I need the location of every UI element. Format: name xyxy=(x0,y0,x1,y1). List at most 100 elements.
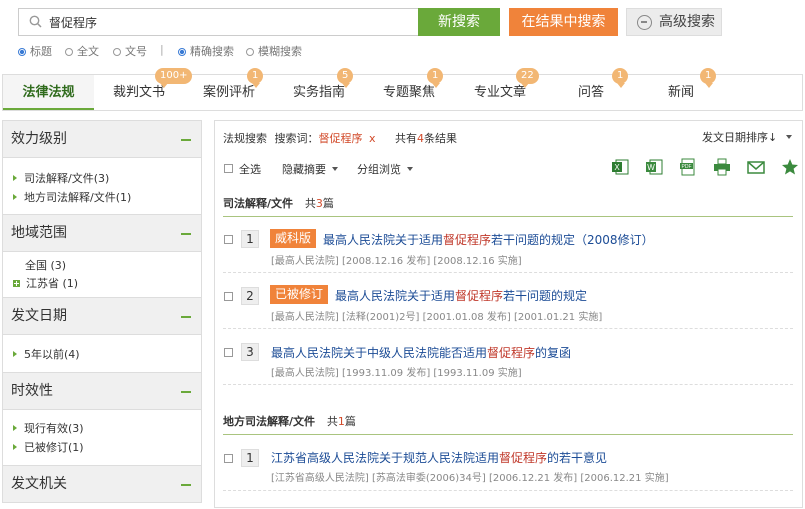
collapse-icon[interactable] xyxy=(181,391,191,393)
advanced-search-button[interactable]: 高级搜索 xyxy=(626,8,722,36)
search-input[interactable] xyxy=(49,12,409,32)
group-browse-dropdown[interactable]: 分组浏览 xyxy=(357,161,413,177)
filter-section-header[interactable]: 地域范围 xyxy=(2,214,202,252)
svg-text:X: X xyxy=(614,163,620,172)
filter-section-body: 现行有效(3) 已被修订(1) xyxy=(2,410,202,465)
result-divider xyxy=(223,328,793,329)
result-title-link[interactable]: 江苏省高级人民法院关于规范人民法院适用督促程序的若干意见 xyxy=(271,449,607,466)
tab-badge: 1 xyxy=(700,68,717,88)
scope-option-title[interactable]: 标题 xyxy=(18,43,52,59)
tab-case-analysis[interactable]: 案例评析 1 xyxy=(184,68,274,110)
tab-qa[interactable]: 问答 1 xyxy=(546,68,636,110)
filter-section-body: 司法解释/文件(3) 地方司法解释/文件(1) xyxy=(2,158,202,214)
select-all-checkbox[interactable] xyxy=(224,164,233,173)
filter-section-header[interactable]: 效力级别 xyxy=(2,120,202,158)
filter-item[interactable]: 已被修订(1) xyxy=(13,439,84,455)
scope-option-fulltext[interactable]: 全文 xyxy=(65,43,99,59)
chevron-down-icon xyxy=(786,135,793,139)
collapse-icon[interactable] xyxy=(181,316,191,318)
sort-dropdown[interactable]: 发文日期排序↓ xyxy=(702,129,793,145)
favorite-star-icon[interactable] xyxy=(781,158,799,176)
hide-summary-dropdown[interactable]: 隐藏摘要 xyxy=(282,161,338,177)
advanced-search-icon xyxy=(637,15,652,30)
chevron-down-icon xyxy=(332,167,338,171)
result-number: 1 xyxy=(241,449,259,467)
arrow-right-icon xyxy=(13,444,17,450)
category-tabs: 法律法规 裁判文书 100+ 案例评析 1 实务指南 5 专题聚焦 1 专业文章 22 问… xyxy=(2,68,803,111)
result-meta: [最高人民法院] [2008.12.16 发布] [2008.12.16 实施] xyxy=(271,256,522,267)
remove-keyword-icon[interactable]: x xyxy=(369,132,376,145)
result-tag: 威科版 xyxy=(270,229,317,248)
tab-topics[interactable]: 专题聚焦 1 xyxy=(364,68,454,110)
tab-news[interactable]: 新闻 1 xyxy=(636,68,726,110)
group-title: 司法解释/文件 共3篇 xyxy=(223,197,334,210)
result-checkbox[interactable] xyxy=(224,454,233,463)
svg-text:W: W xyxy=(647,163,655,172)
filter-item[interactable]: 5年以前(4) xyxy=(13,346,80,362)
filter-section-header[interactable]: 发文日期 xyxy=(2,297,202,335)
result-title-link[interactable]: 最高人民法院关于适用督促程序若干问题的规定 xyxy=(335,287,587,304)
tab-laws[interactable]: 法律法规 xyxy=(3,75,94,110)
word-export-icon[interactable]: W xyxy=(645,158,663,176)
excel-export-icon[interactable]: X xyxy=(611,158,629,176)
filter-section-body: 5年以前(4) xyxy=(2,335,202,372)
match-option-fuzzy[interactable]: 模糊搜索 xyxy=(246,43,302,59)
select-all-label: 全选 xyxy=(239,163,261,176)
filter-item[interactable]: 江苏省 (1) xyxy=(13,275,78,291)
match-option-exact[interactable]: 精确搜索 xyxy=(178,43,234,59)
arrow-right-icon xyxy=(13,351,17,357)
email-icon[interactable] xyxy=(747,158,765,176)
tab-articles[interactable]: 专业文章 22 xyxy=(454,68,546,110)
advanced-search-label: 高级搜索 xyxy=(659,14,715,30)
filter-section-header[interactable]: 时效性 xyxy=(2,372,202,410)
tab-badge: 1 xyxy=(427,68,444,88)
svg-text:PDF: PDF xyxy=(682,164,692,170)
search-keyword: 督促程序 xyxy=(318,132,363,145)
radio-icon xyxy=(65,48,73,56)
result-total: 4 xyxy=(417,132,425,145)
radio-checked-icon xyxy=(18,48,26,56)
collapse-icon[interactable] xyxy=(181,139,191,141)
result-checkbox[interactable] xyxy=(224,348,233,357)
result-checkbox[interactable] xyxy=(224,292,233,301)
filter-item[interactable]: 地方司法解释/文件(1) xyxy=(13,189,131,205)
group-divider xyxy=(223,434,793,435)
result-title-link[interactable]: 最高人民法院关于中级人民法院能否适用督促程序的复函 xyxy=(271,344,571,361)
filter-section-body: 全国 (3) 江苏省 (1) xyxy=(2,252,202,297)
result-number: 3 xyxy=(241,343,259,361)
tab-judgments[interactable]: 裁判文书 100+ xyxy=(94,68,193,110)
result-divider xyxy=(223,490,793,491)
result-number: 1 xyxy=(241,230,259,248)
arrow-right-icon xyxy=(13,425,17,431)
radio-checked-icon xyxy=(178,48,186,56)
chevron-down-icon xyxy=(407,167,413,171)
result-checkbox[interactable] xyxy=(224,235,233,244)
result-meta: [最高人民法院] [1993.11.09 发布] [1993.11.09 实施] xyxy=(271,368,522,379)
new-search-button[interactable]: 新搜索 xyxy=(418,8,500,36)
tab-badge: 1 xyxy=(612,68,629,88)
result-title-link[interactable]: 最高人民法院关于适用督促程序若干问题的规定（2008修订） xyxy=(323,231,654,248)
result-meta: [江苏省高级人民法院] [苏高法审委(2006)34号] [2006.12.21… xyxy=(271,473,669,484)
results-summary: 法规搜索 搜索词：督促程序 x 共有4条结果 xyxy=(223,132,458,145)
collapse-icon[interactable] xyxy=(181,484,191,486)
expand-plus-icon[interactable] xyxy=(13,280,20,287)
filter-item[interactable]: 全国 (3) xyxy=(25,257,66,273)
print-icon[interactable] xyxy=(713,158,731,176)
result-meta: [最高人民法院] [法释(2001)2号] [2001.01.08 发布] [2… xyxy=(271,312,603,323)
filter-item[interactable]: 现行有效(3) xyxy=(13,420,84,436)
search-in-results-button[interactable]: 在结果中搜索 xyxy=(509,8,618,36)
collapse-icon[interactable] xyxy=(181,233,191,235)
group-divider xyxy=(223,216,793,217)
result-number: 2 xyxy=(241,287,259,305)
filter-item[interactable]: 司法解释/文件(3) xyxy=(13,170,109,186)
scope-option-docno[interactable]: 文号 xyxy=(113,43,147,59)
radio-icon xyxy=(246,48,254,56)
result-divider xyxy=(223,272,793,273)
tab-practice-guide[interactable]: 实务指南 5 xyxy=(274,68,364,110)
filter-section-header[interactable]: 发文机关 xyxy=(2,465,202,503)
option-separator: | xyxy=(160,43,164,56)
tab-badge: 22 xyxy=(516,68,539,88)
pdf-export-icon[interactable]: PDF xyxy=(679,158,697,176)
search-box xyxy=(18,8,418,36)
tab-badge: 1 xyxy=(247,68,264,88)
